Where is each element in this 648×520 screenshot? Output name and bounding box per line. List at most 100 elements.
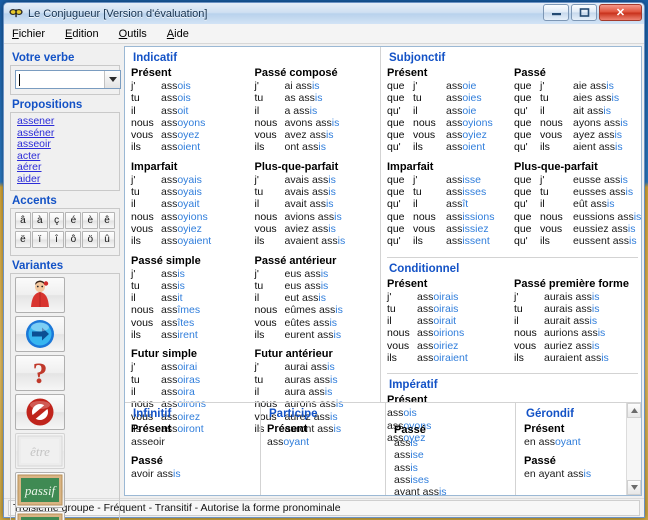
accent-button[interactable]: è — [82, 212, 99, 229]
conjugation-line: que tu aies assis — [514, 92, 641, 105]
proposition-item[interactable]: assener — [17, 115, 115, 128]
proposition-item[interactable]: aérer — [17, 161, 115, 174]
verb-ending: oies — [462, 92, 482, 105]
scroll-down-icon[interactable] — [627, 480, 641, 495]
verb-stem: ass — [161, 304, 178, 317]
chevron-down-icon[interactable] — [104, 71, 120, 88]
minimize-button[interactable] — [543, 4, 569, 21]
verb-form: aurai assis — [285, 361, 335, 373]
scroll-up-icon[interactable] — [627, 403, 641, 418]
pronoun: nous — [413, 210, 436, 223]
verb-input[interactable] — [15, 70, 121, 89]
verb-stem: ass — [161, 116, 178, 129]
pronoun: tu — [131, 373, 140, 386]
verb-ending: oirais — [433, 302, 459, 315]
menu-aide[interactable]: Aide — [167, 28, 189, 40]
tense-body: j' ai assis tu as assis il a assis nous avons a… — [255, 80, 381, 154]
etre-toggle-button[interactable]: être — [15, 433, 65, 469]
conjugation-line: nous assîmes — [131, 304, 255, 316]
conjunction: qu' — [514, 141, 528, 154]
etre-icon: être — [17, 435, 63, 467]
verb-stem: ass — [308, 385, 325, 398]
auxiliary: ai — [284, 80, 296, 92]
proposition-item[interactable]: aider — [17, 173, 115, 186]
conjunction: qu' — [387, 198, 401, 211]
conjunction: que — [387, 80, 405, 92]
conjugation-line: que tu assoies — [387, 92, 514, 104]
accent-button[interactable]: à — [31, 212, 48, 229]
verb-ending: is — [177, 267, 185, 280]
verb-stem: ass — [575, 290, 592, 303]
conjugation-line: que tu eusses assis — [514, 186, 641, 198]
menu-fichier[interactable]: Fichier — [12, 28, 45, 40]
conjugation-line: il assoit — [131, 105, 255, 117]
vertical-scrollbar[interactable] — [626, 403, 641, 495]
conjugation-line: tu assis — [131, 280, 255, 292]
conjugation-line: tu assoirais — [387, 303, 514, 315]
verb-ending: oyais — [177, 173, 202, 186]
pronoun: tu — [387, 302, 396, 315]
pronoun: il — [254, 292, 260, 305]
conjunction: que — [514, 92, 532, 105]
pronoun: vous — [131, 316, 154, 329]
accent-button[interactable]: î — [48, 231, 65, 248]
menu-outils[interactable]: Outils — [119, 28, 147, 40]
tense-passe-anterieur: Passé antérieur j' eus assis tu eus assis il… — [255, 255, 381, 342]
conjunction: que — [387, 222, 405, 235]
verb-ending: is — [615, 141, 623, 154]
tense-body: en assoyant — [524, 436, 626, 448]
conjugation-line: j' assoyais — [131, 174, 255, 186]
pronoun: il — [254, 198, 260, 211]
feminine-icon — [27, 280, 53, 310]
verb-stem: ass — [295, 80, 312, 92]
menu-edition[interactable]: Edition — [65, 28, 99, 40]
conjugation-line: nous assoyons — [131, 117, 255, 129]
proposition-item[interactable]: asseoir — [17, 138, 115, 151]
pronoun: il — [413, 104, 418, 117]
verb-form: aviez assis — [285, 223, 336, 235]
verb-form: assoyant — [267, 436, 309, 448]
conjunction: que — [387, 186, 405, 199]
accent-button[interactable]: ç — [48, 212, 65, 229]
verb-form: eus assis — [285, 268, 329, 280]
accent-button[interactable]: ô — [65, 231, 82, 248]
se-toggle-button[interactable]: se — [15, 511, 65, 520]
pronoun: j' — [131, 361, 136, 374]
accent-button[interactable]: ï — [31, 231, 48, 248]
menu-bar: Fichier Edition Outils Aide — [4, 24, 644, 44]
conjugation-line: en ayant assis — [524, 468, 626, 480]
svg-text:?: ? — [33, 358, 48, 388]
close-button[interactable]: ✕ — [599, 4, 642, 21]
question-icon-button[interactable]: ? — [15, 355, 65, 391]
accent-button[interactable]: û — [99, 231, 115, 248]
verb-stem: ass — [595, 92, 612, 105]
verb-ending: is — [591, 290, 600, 303]
accent-button[interactable]: â — [15, 212, 31, 229]
pronoun: j' — [540, 80, 545, 92]
tense-name: Présent — [267, 423, 308, 435]
accent-button[interactable]: ê — [99, 212, 115, 229]
verb-ending: is — [614, 129, 623, 142]
accents-title: Accents — [12, 195, 57, 207]
tense-name: Présent — [131, 67, 172, 79]
tense-name: Présent — [524, 423, 565, 435]
maximize-button[interactable] — [571, 4, 597, 21]
arrow-right-icon-button[interactable] — [15, 316, 65, 352]
passif-toggle-button[interactable]: passif — [15, 472, 65, 508]
conjugation-line: ils ont assis — [255, 141, 381, 153]
scrollbar-track[interactable] — [627, 418, 641, 480]
verb-stem: ass — [612, 235, 630, 248]
pronoun: il — [131, 104, 136, 117]
tense-body: que j' assisse que tu assisses qu' il assît que no… — [387, 174, 514, 248]
auxiliary: aura — [284, 385, 309, 398]
pronoun: nous — [254, 304, 278, 317]
feminine-icon-button[interactable] — [15, 277, 65, 313]
accent-button[interactable]: ë — [15, 231, 31, 248]
accent-button[interactable]: ö — [82, 231, 99, 248]
verb-stem: ass — [446, 186, 463, 199]
accent-button[interactable]: é — [65, 212, 82, 229]
pronoun: nous — [131, 210, 154, 223]
conjugation-line: j' assoirais — [387, 291, 514, 303]
negation-icon-button[interactable] — [15, 394, 65, 430]
conjunction: qu' — [387, 235, 401, 248]
